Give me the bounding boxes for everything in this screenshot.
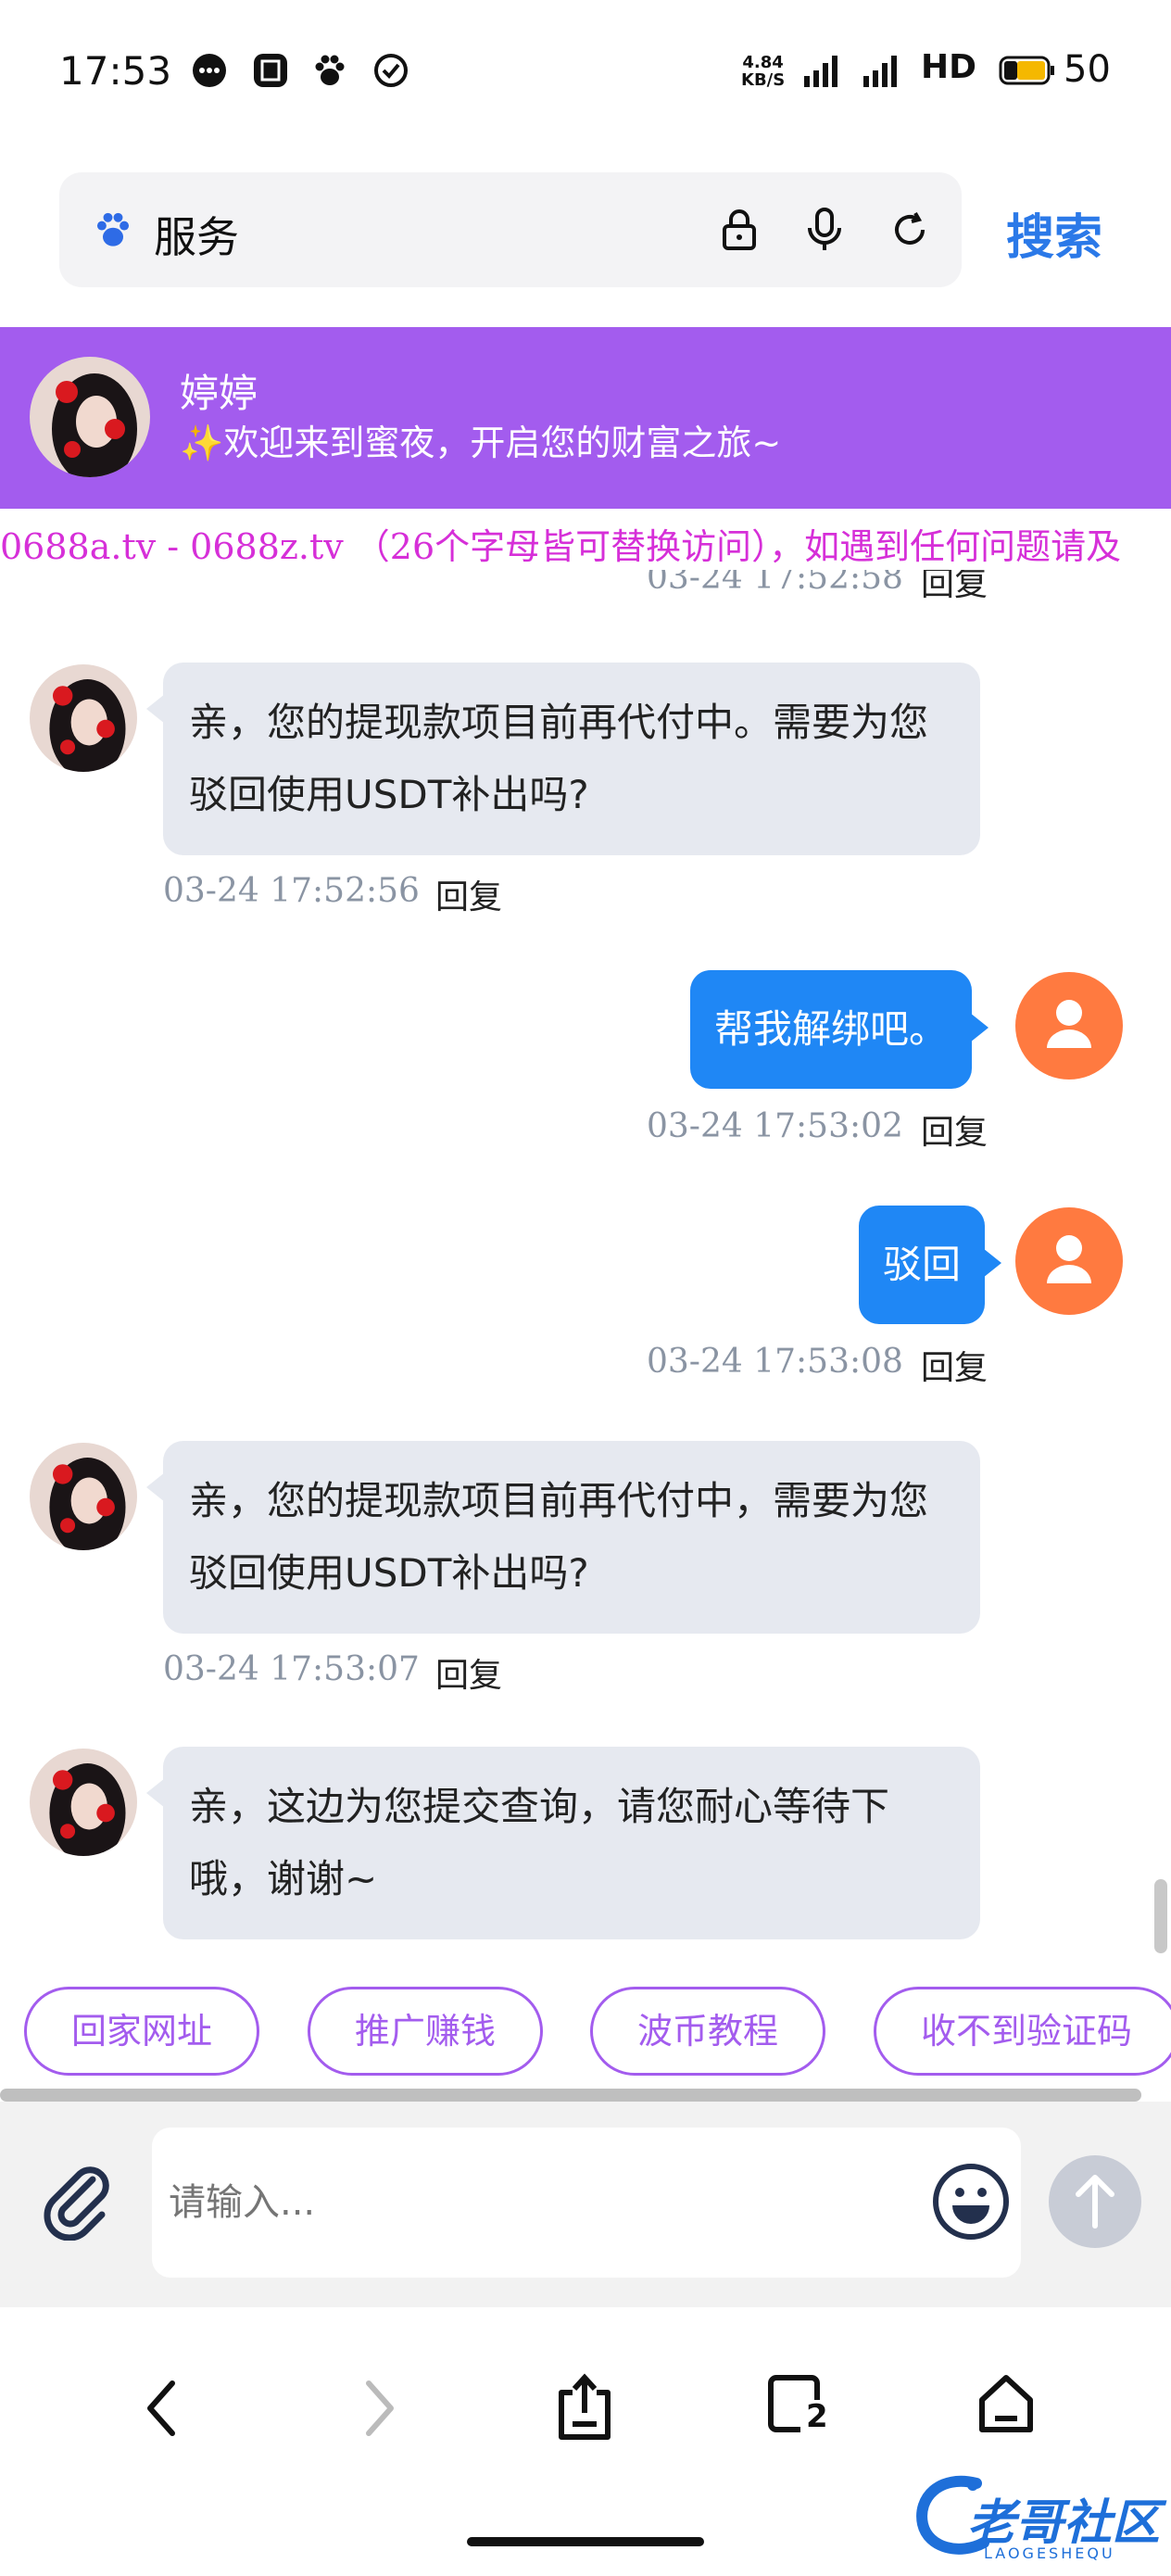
microphone-icon[interactable] [804, 206, 845, 254]
reply-link[interactable]: 回复 [921, 1105, 988, 1154]
watermark-logo: 老哥社区 LAOGESHEQU [912, 2470, 1167, 2572]
announcement-marquee: 0688a.tv - 0688z.tv （26个字母皆可替换访问），如遇到任何问… [0, 509, 1171, 570]
marquee-text: 0688a.tv - 0688z.tv （26个字母皆可替换访问），如遇到任何问… [0, 526, 1122, 567]
message-input-container[interactable] [152, 2128, 1021, 2278]
signal-icon [863, 56, 897, 87]
message-time: 03-24 17:52:56 [163, 872, 420, 910]
message-input[interactable] [169, 2170, 873, 2235]
signal-icon [804, 56, 837, 87]
status-bar: 17:53 4.84 KB/S HD 50 [0, 0, 1171, 148]
reply-link[interactable]: 回复 [435, 1648, 502, 1697]
send-button[interactable] [1047, 2153, 1143, 2250]
message-bubble-incoming[interactable]: 亲，您的提现款项目前再代付中。需要为您驳回使用USDT补出吗? [146, 663, 980, 855]
agent-avatar[interactable] [30, 357, 150, 477]
battery-level: 50 [1064, 48, 1111, 91]
quick-replies-scrollbar[interactable] [0, 2089, 1141, 2102]
quick-replies: 回家网址 推广赚钱 波币教程 收不到验证码 [0, 1955, 1171, 2094]
net-speed-value: 4.84 [742, 53, 784, 72]
baidu-paw-icon [96, 212, 130, 246]
message-bubble-outgoing[interactable]: 帮我解绑吧。 [690, 970, 989, 1089]
hd-label: HD [921, 48, 977, 86]
message-time: 03-24 17:53:08 [647, 1343, 903, 1381]
address-text: 服务 [154, 212, 239, 262]
network-speed: 4.84 KB/S [741, 54, 785, 89]
address-bar[interactable]: 服务 [59, 172, 962, 287]
message-bubble-incoming[interactable]: 亲，这边为您提交查询，请您耐心等待下哦，谢谢~ [146, 1747, 980, 1939]
lock-icon[interactable] [719, 208, 760, 252]
home-icon[interactable] [976, 2372, 1036, 2437]
agent-avatar [30, 664, 137, 772]
agent-greeting: ✨欢迎来到蜜夜，开启您的财富之旅~ [180, 423, 782, 463]
message-time: 03-24 17:53:02 [647, 1107, 903, 1145]
status-time: 17:53 [59, 48, 172, 94]
tabs-button[interactable]: 2 [767, 2374, 828, 2435]
quick-reply-chip[interactable]: 推广赚钱 [308, 1987, 543, 2076]
user-avatar [1015, 1207, 1123, 1315]
message-time: 03-24 17:53:07 [163, 1650, 420, 1688]
quick-reply-chip[interactable]: 波币教程 [590, 1987, 825, 2076]
reply-link[interactable]: 回复 [435, 870, 502, 918]
message-bubble-icon [193, 54, 226, 87]
user-icon [1047, 1235, 1091, 1283]
check-circle-icon [374, 54, 408, 87]
message-bubble-outgoing[interactable]: 驳回 [859, 1206, 1002, 1324]
back-icon[interactable] [139, 2376, 185, 2441]
quick-reply-chip[interactable]: 回家网址 [24, 1987, 259, 2076]
share-icon[interactable] [554, 2372, 615, 2443]
watermark-text: 老哥社区 [967, 2495, 1161, 2551]
browser-bottom-nav: 2 老哥社区 LAOGESHEQU [0, 2307, 1171, 2576]
agent-avatar [30, 1443, 137, 1550]
chat-messages[interactable]: 03-24 17:52:58 回复 亲，您的提现款项目前再代付中。需要为您驳回使… [0, 570, 1171, 1955]
tab-count: 2 [806, 2398, 828, 2435]
emoji-icon[interactable] [930, 2161, 1012, 2242]
forward-icon[interactable] [356, 2376, 402, 2441]
gesture-bar[interactable] [467, 2537, 704, 2546]
reply-link[interactable]: 回复 [921, 1341, 988, 1389]
watermark-subtext: LAOGESHEQU [984, 2544, 1115, 2562]
message-input-bar [0, 2102, 1171, 2307]
attachment-icon[interactable] [35, 2157, 119, 2241]
user-avatar [1015, 972, 1123, 1080]
battery-icon [999, 56, 1054, 85]
refresh-icon[interactable] [888, 208, 932, 252]
baidu-paw-icon [315, 55, 345, 85]
message-bubble-incoming[interactable]: 亲，您的提现款项目前再代付中，需要为您驳回使用USDT补出吗? [146, 1441, 980, 1634]
user-icon [1047, 1000, 1091, 1048]
chat-header: 婷婷 ✨欢迎来到蜜夜，开启您的财富之旅~ [0, 327, 1171, 509]
agent-avatar [30, 1749, 137, 1856]
app-icon [254, 54, 287, 87]
agent-name: 婷婷 [180, 371, 258, 416]
reply-link[interactable]: 回复 [921, 570, 988, 605]
chat-scrollbar[interactable] [1154, 1879, 1167, 1953]
quick-reply-chip[interactable]: 收不到验证码 [874, 1987, 1171, 2076]
search-button[interactable]: 搜索 [1006, 198, 1102, 268]
message-time: 03-24 17:52:58 [647, 570, 903, 597]
net-speed-unit: KB/S [741, 70, 786, 90]
